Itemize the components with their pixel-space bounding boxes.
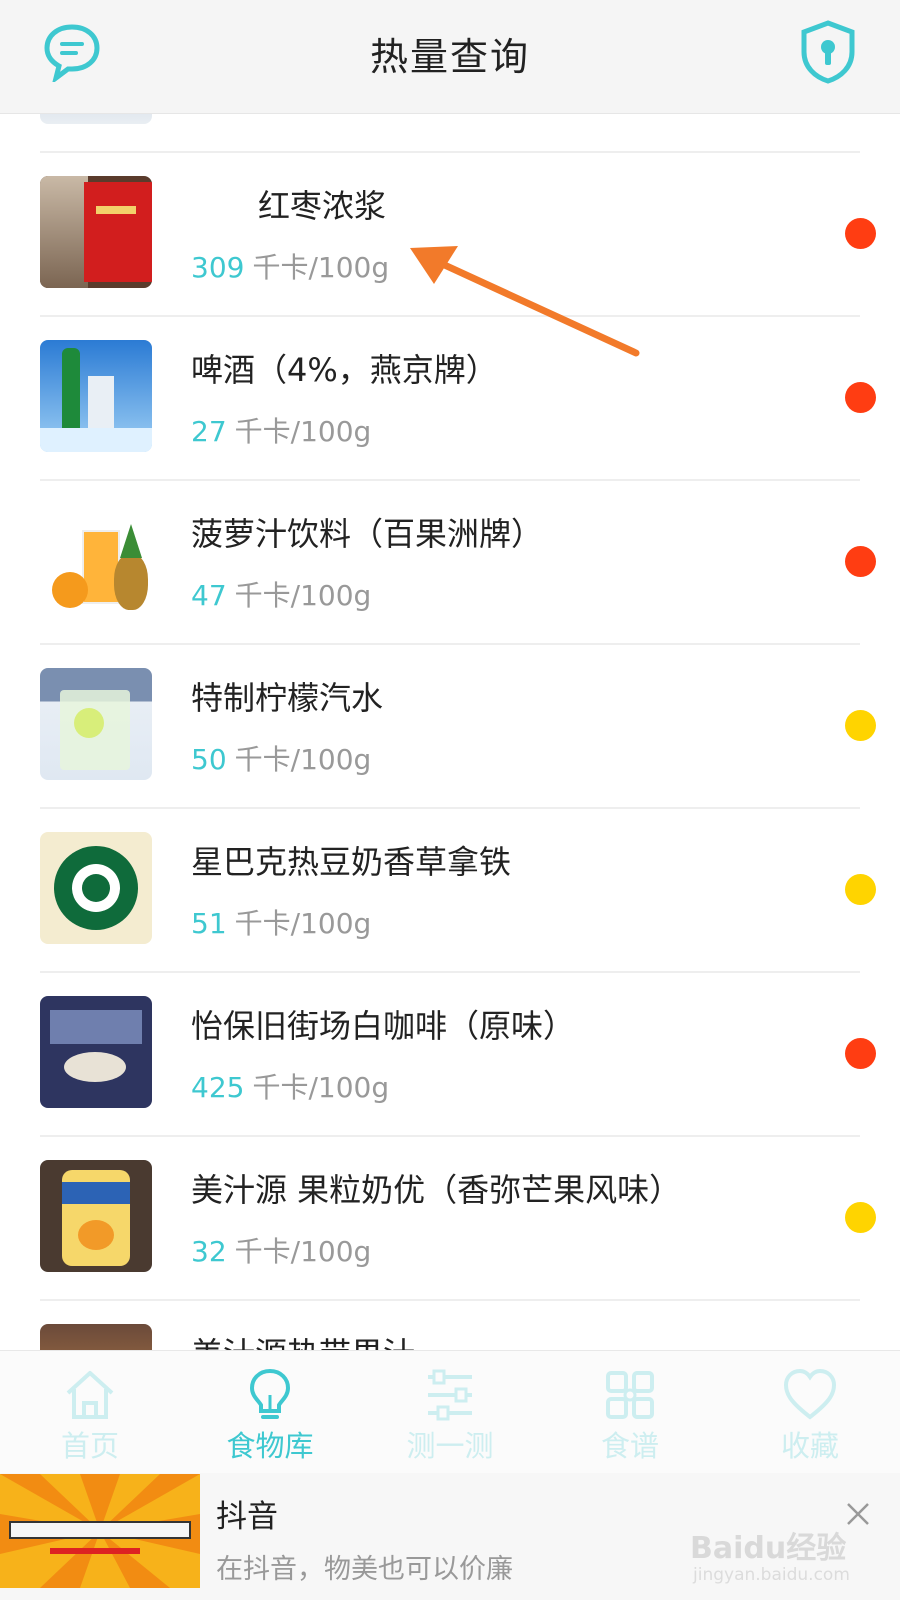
tab-label: 食谱 bbox=[600, 1429, 659, 1463]
food-name: 美汁源热带果汁 bbox=[191, 1329, 415, 1350]
list-item[interactable]: 菠萝汁饮料（百果洲牌） 47 千卡/100g bbox=[40, 479, 876, 645]
calorie-value: 32 千卡/100g bbox=[191, 1235, 372, 1268]
tab-label: 首页 bbox=[60, 1429, 119, 1463]
status-dot bbox=[845, 218, 876, 249]
calorie-value: 309 千卡/100g bbox=[191, 251, 390, 284]
home-icon bbox=[66, 1371, 114, 1419]
ad-banner[interactable]: 抖音 在抖音，物美也可以价廉 Baidu经验 jingyan.baidu.com bbox=[0, 1473, 900, 1600]
calorie-value: 50 千卡/100g bbox=[191, 743, 372, 776]
food-name: 啤酒（4%，燕京牌） bbox=[191, 351, 498, 389]
food-list[interactable]: 红枣浓浆 309 千卡/100g 啤酒（4%，燕京牌） 27 千卡/100g 菠萝汁… bbox=[0, 113, 900, 1350]
tab-home[interactable]: 首页 bbox=[0, 1351, 180, 1474]
calorie-value: 425 千卡/100g bbox=[191, 1071, 390, 1104]
status-dot bbox=[845, 874, 876, 905]
lightbulb-icon bbox=[249, 1368, 291, 1419]
shield-lock-icon[interactable] bbox=[800, 20, 856, 84]
calorie-value: 47 千卡/100g bbox=[191, 579, 372, 612]
sliders-icon bbox=[428, 1369, 472, 1421]
food-thumbnail bbox=[40, 113, 152, 124]
calorie-value: 27 千卡/100g bbox=[191, 415, 372, 448]
grid-icon bbox=[606, 1371, 654, 1419]
ad-title: 抖音 bbox=[216, 1499, 278, 1535]
food-name: 特制柠檬汽水 bbox=[191, 679, 384, 717]
food-name: 星巴克热豆奶香草拿铁 bbox=[191, 843, 512, 881]
list-item[interactable]: 红枣浓浆 309 千卡/100g bbox=[40, 151, 876, 317]
tab-favorites[interactable]: 收藏 bbox=[720, 1351, 900, 1474]
list-item[interactable]: 星巴克热豆奶香草拿铁 51 千卡/100g bbox=[40, 807, 876, 973]
list-item[interactable]: 美汁源热带果汁 bbox=[40, 1299, 860, 1350]
list-item[interactable]: 啤酒（4%，燕京牌） 27 千卡/100g bbox=[40, 315, 876, 481]
page-title: 热量查询 bbox=[369, 35, 530, 79]
tab-measure[interactable]: 测一测 bbox=[360, 1351, 540, 1474]
food-thumbnail bbox=[40, 668, 152, 780]
food-thumbnail bbox=[40, 340, 152, 452]
food-thumbnail bbox=[40, 832, 152, 944]
status-dot bbox=[845, 1202, 876, 1233]
food-name: 红枣浓浆 bbox=[258, 187, 387, 225]
heart-icon bbox=[783, 1368, 837, 1420]
tab-label: 收藏 bbox=[780, 1429, 839, 1463]
ad-image[interactable] bbox=[0, 1474, 200, 1588]
food-name: 美汁源 果粒奶优（香弥芒果风味） bbox=[191, 1171, 682, 1209]
list-item[interactable]: 美汁源 果粒奶优（香弥芒果风味） 32 千卡/100g bbox=[40, 1135, 876, 1301]
food-thumbnail bbox=[40, 1160, 152, 1272]
tab-label: 食物库 bbox=[226, 1429, 314, 1463]
watermark-url: jingyan.baidu.com bbox=[693, 1565, 850, 1585]
list-item[interactable]: 怡保旧街场白咖啡（原味） 425 千卡/100g bbox=[40, 971, 876, 1137]
status-dot bbox=[845, 710, 876, 741]
food-thumbnail bbox=[40, 504, 152, 616]
food-name: 菠萝汁饮料（百果洲牌） bbox=[191, 515, 544, 553]
status-dot bbox=[845, 546, 876, 577]
food-thumbnail bbox=[40, 996, 152, 1108]
bottom-tab-bar: 首页 食物库 测一测 食谱 收藏 bbox=[0, 1350, 900, 1474]
tab-label: 测一测 bbox=[406, 1429, 494, 1463]
close-icon[interactable] bbox=[845, 1501, 871, 1527]
tab-recipes[interactable]: 食谱 bbox=[540, 1351, 720, 1474]
ad-subtitle: 在抖音，物美也可以价廉 bbox=[216, 1554, 513, 1585]
status-dot bbox=[845, 1038, 876, 1069]
food-thumbnail bbox=[40, 1324, 152, 1350]
food-name: 怡保旧街场白咖啡（原味） bbox=[191, 1007, 576, 1045]
food-thumbnail bbox=[40, 176, 152, 288]
watermark: Baidu经验 bbox=[690, 1531, 847, 1566]
status-dot bbox=[845, 382, 876, 413]
list-item[interactable]: 特制柠檬汽水 50 千卡/100g bbox=[40, 643, 876, 809]
calorie-value: 51 千卡/100g bbox=[191, 907, 372, 940]
top-bar: 热量查询 bbox=[0, 0, 900, 114]
tab-food-library[interactable]: 食物库 bbox=[180, 1351, 360, 1474]
list-item[interactable] bbox=[40, 113, 860, 153]
